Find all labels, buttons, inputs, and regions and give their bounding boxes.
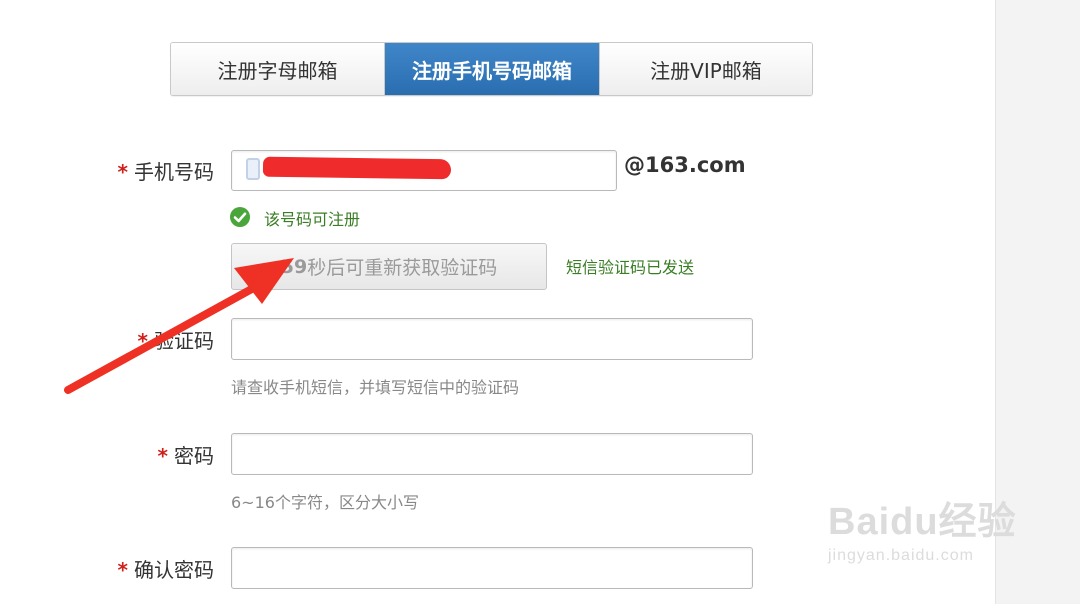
mobile-phone-icon [246, 158, 260, 180]
verify-code-hint: 请查收手机短信，并填写短信中的验证码 [231, 378, 520, 397]
countdown-seconds: 59 [280, 255, 308, 278]
check-circle-icon [230, 207, 250, 227]
phone-available-status: 该号码可注册 [264, 210, 361, 229]
resend-label: 秒后可重新获取验证码 [307, 257, 498, 279]
phone-label: * 手机号码 [117, 160, 214, 184]
verify-code-input[interactable] [231, 318, 753, 360]
password-label: * 密码 [157, 444, 214, 468]
baidu-jingyan-watermark: Baidu经验 jingyan.baidu.com [828, 490, 1017, 565]
password-input[interactable] [231, 433, 753, 475]
confirm-password-input[interactable] [231, 547, 753, 589]
redaction-scribble [262, 156, 452, 180]
required-mark: * [117, 160, 128, 184]
tab-letter-email[interactable]: 注册字母邮箱 [171, 43, 384, 95]
watermark-logo: Baidu经验 [828, 501, 1017, 543]
confirm-password-label: * 确认密码 [117, 558, 214, 582]
tab-vip-email[interactable]: 注册VIP邮箱 [599, 43, 812, 95]
tab-mobile-email[interactable]: 注册手机号码邮箱 [384, 43, 599, 95]
sms-sent-status: 短信验证码已发送 [566, 258, 695, 277]
watermark-url: jingyan.baidu.com [828, 547, 974, 564]
required-mark: * [157, 444, 168, 468]
verify-code-label: * 验证码 [137, 329, 214, 353]
required-mark: * [137, 329, 148, 353]
required-mark: * [117, 558, 128, 582]
email-domain-suffix: @163.com [624, 153, 746, 177]
resend-sms-code-button[interactable]: 59 秒后可重新获取验证码 [231, 243, 547, 290]
password-hint: 6~16个字符，区分大小写 [231, 493, 419, 512]
register-type-tabs: 注册字母邮箱 注册手机号码邮箱 注册VIP邮箱 [170, 42, 813, 96]
